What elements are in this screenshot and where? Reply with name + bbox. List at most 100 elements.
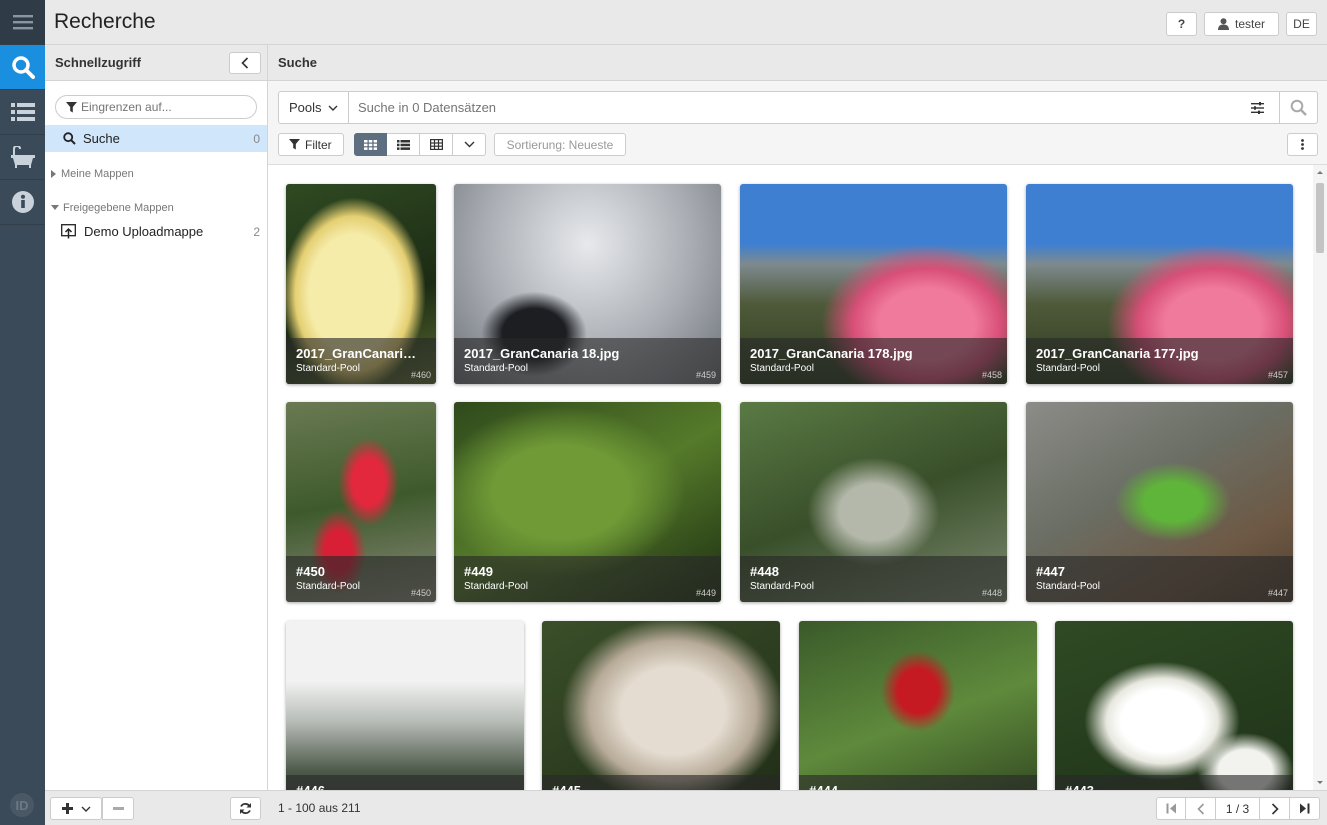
remove-button[interactable] [102, 797, 134, 820]
asset-title: #446 [296, 783, 325, 790]
help-button[interactable]: ? [1166, 12, 1197, 36]
scroll-up-icon[interactable] [1313, 167, 1327, 177]
asset-caption: #446Standard-Pool#446 [286, 775, 524, 790]
chevron-right-icon [1271, 802, 1279, 815]
asset-id: #447 [1267, 588, 1288, 598]
group-label: Freigegebene Mappen [63, 202, 174, 214]
asset-caption: #450 Standard-Pool #450 [286, 556, 436, 602]
nav-info[interactable] [0, 180, 45, 225]
asset-pool: Standard-Pool [296, 363, 360, 374]
sliders-icon [1250, 101, 1264, 114]
filter-button[interactable]: Filter [278, 133, 344, 156]
asset-card[interactable]: #447 Standard-Pool #447 [1026, 402, 1293, 602]
asset-id: #450 [410, 588, 431, 598]
app-header: Recherche ? tester DE [45, 0, 1327, 45]
chevron-left-icon [241, 57, 249, 69]
prev-page-button[interactable] [1186, 797, 1216, 820]
group-label: Meine Mappen [61, 168, 134, 180]
table-view-icon [429, 139, 443, 150]
search-button[interactable] [1279, 91, 1318, 124]
group-my-folders[interactable]: Meine Mappen [45, 168, 267, 180]
search-count: 0 [253, 131, 260, 146]
list-icon [10, 103, 35, 121]
menu-button[interactable] [0, 0, 45, 45]
scroll-thumb[interactable] [1316, 183, 1324, 253]
asset-card[interactable]: #443Standard-Pool#443 [1055, 621, 1293, 790]
language-button[interactable]: DE [1286, 12, 1317, 36]
filter-icon [66, 101, 77, 112]
sort-button[interactable]: Sortierung: Neueste [494, 133, 626, 156]
sidebar-footer [45, 790, 268, 825]
search-toolbar: Pools Filter [268, 81, 1327, 165]
chevron-down-icon [328, 105, 338, 111]
asset-id: #459 [695, 370, 716, 380]
results-footer: 1 - 100 aus 211 1 / 3 [268, 790, 1327, 825]
asset-card[interactable]: #445Standard-Pool#445 [542, 621, 780, 790]
asset-card[interactable]: 2017_GranCanaria 177.jpg Standard-Pool #45… [1026, 184, 1293, 384]
nav-list[interactable] [0, 90, 45, 135]
asset-card[interactable]: 2017_GranCanaria 178.jpg Standard-Pool #45… [740, 184, 1007, 384]
sidebar-item-label: Suche [83, 131, 120, 146]
view-table-button[interactable] [420, 133, 453, 156]
asset-card[interactable]: #449 Standard-Pool #449 [454, 402, 721, 602]
asset-caption: 2017_GranCanaria 178.jpg Standard-Pool #45… [740, 338, 1007, 384]
pools-dropdown[interactable]: Pools [279, 92, 349, 123]
asset-grid: 2017_GranCanaria... Standard-Pool #460 2017… [268, 165, 1313, 790]
menu-icon [12, 15, 33, 30]
view-mode-group [354, 133, 486, 156]
user-name: tester [1234, 17, 1265, 31]
search-panel: Suche Pools Filter [268, 45, 1327, 825]
nav-search[interactable] [0, 45, 45, 90]
nav-bath[interactable] [0, 135, 45, 180]
asset-id: #448 [981, 588, 1002, 598]
asset-card[interactable]: 2017_GranCanaria... Standard-Pool #460 [286, 184, 436, 384]
info-icon [11, 191, 34, 213]
search-input[interactable] [358, 100, 1237, 115]
refresh-button[interactable] [230, 797, 261, 820]
sidebar-filter[interactable] [55, 95, 257, 119]
filter-icon [289, 139, 300, 150]
asset-caption: #447 Standard-Pool #447 [1026, 556, 1293, 602]
add-button[interactable] [50, 797, 102, 820]
asset-id: #449 [695, 588, 716, 598]
asset-card[interactable]: 2017_GranCanaria 18.jpg Standard-Pool #459 [454, 184, 721, 384]
last-page-button[interactable] [1290, 797, 1320, 820]
icon-rail: ID [0, 0, 45, 825]
first-page-icon [1166, 803, 1176, 814]
asset-card[interactable]: #446Standard-Pool#446 [286, 621, 524, 790]
more-options-button[interactable] [1287, 133, 1318, 156]
grid-scrollbar[interactable] [1313, 165, 1327, 790]
user-icon [1217, 18, 1229, 30]
chevron-down-icon [464, 141, 474, 148]
sidebar-filter-input[interactable] [81, 100, 231, 114]
sidebar-item-search[interactable]: Suche 0 [45, 125, 267, 152]
collapse-sidebar-button[interactable] [229, 52, 261, 74]
next-page-button[interactable] [1260, 797, 1290, 820]
sidebar-item-demo-folder[interactable]: Demo Uploadmappe 2 [45, 218, 267, 245]
asset-id: #457 [1267, 370, 1288, 380]
asset-caption: #448 Standard-Pool #448 [740, 556, 1007, 602]
scroll-down-icon[interactable] [1313, 778, 1327, 788]
first-page-button[interactable] [1156, 797, 1186, 820]
list-view-icon [396, 139, 410, 150]
search-options-button[interactable] [1237, 101, 1277, 114]
view-grid-button[interactable] [354, 133, 387, 156]
asset-card[interactable]: #450 Standard-Pool #450 [286, 402, 436, 602]
asset-caption: #449 Standard-Pool #449 [454, 556, 721, 602]
asset-pool: Standard-Pool [464, 363, 528, 374]
page-title: Recherche [54, 10, 156, 33]
view-list-button[interactable] [387, 133, 420, 156]
asset-pool: Standard-Pool [750, 363, 814, 374]
result-range: 1 - 100 aus 211 [278, 801, 361, 815]
user-button[interactable]: tester [1204, 12, 1279, 36]
asset-pool: Standard-Pool [1036, 581, 1100, 592]
asset-title: #447 [1036, 564, 1065, 579]
asset-card[interactable]: #448 Standard-Pool #448 [740, 402, 1007, 602]
pools-label: Pools [289, 100, 322, 115]
group-shared-folders[interactable]: Freigegebene Mappen [45, 202, 267, 214]
asset-title: #443 [1065, 783, 1094, 790]
upload-folder-icon [61, 224, 76, 239]
asset-card[interactable]: #444Standard-Pool#444 [799, 621, 1037, 790]
view-options-button[interactable] [453, 133, 486, 156]
asset-pool: Standard-Pool [750, 581, 814, 592]
